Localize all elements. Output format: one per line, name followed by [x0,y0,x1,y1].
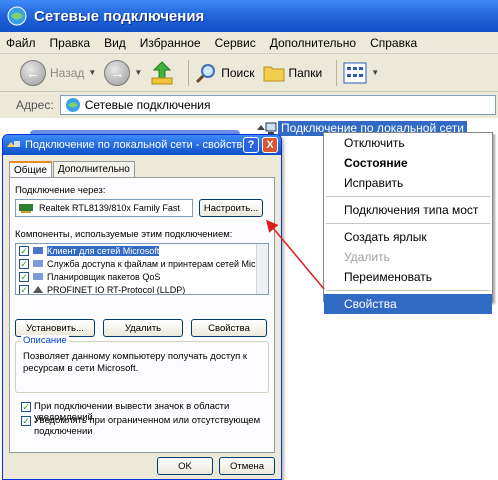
component-label: Клиент для сетей Microsoft [47,245,160,256]
back-arrow-icon: ← [20,59,46,86]
list-item[interactable]: ✓ Клиент для сетей Microsoft [16,244,268,257]
description-title: Описание [21,335,69,346]
menu-file[interactable]: Файл [6,36,36,50]
list-item[interactable]: ✓ PROFINET IO RT-Protocol (LLDP) [16,283,268,295]
menu-item-delete: Удалить [344,250,390,264]
back-label: Назад [50,65,85,80]
forward-button[interactable]: → ▼ [104,59,143,86]
back-button[interactable]: ← Назад ▼ [20,59,97,86]
menu-edit[interactable]: Правка [50,36,91,50]
toolbar-separator [336,59,338,86]
search-icon [196,63,216,83]
menu-item-create-shortcut[interactable]: Создать ярлык [324,227,492,247]
tab-advanced[interactable]: Дополнительно [52,161,135,177]
menu-item-status[interactable]: Состояние [324,153,492,173]
component-label: Планировщик пакетов QoS [47,271,161,282]
views-button[interactable]: ▼ [343,62,379,84]
views-icon [343,62,367,83]
folders-button[interactable]: Папки [263,63,323,83]
menu-tools[interactable]: Сервис [215,36,256,50]
menu-item-bridge[interactable]: Подключения типа мост [324,200,492,220]
notify-option[interactable]: ✓ Уведомлять при ограниченном или отсутс… [21,415,265,437]
description-text: Позволяет данному компьютеру получать до… [23,351,248,374]
notify-checkbox[interactable]: ✓ [21,416,31,426]
menu-item-rename[interactable]: Переименовать [324,267,492,287]
toolbar: ← Назад ▼ → ▼ Поиск Папки ▼ [0,54,498,92]
network-connections-icon [7,6,27,26]
tab-strip: Общие Дополнительно [9,161,136,178]
remove-button[interactable]: Удалить [103,319,183,337]
explorer-titlebar[interactable]: Сетевые подключения [0,0,498,32]
component-checkbox[interactable]: ✓ [19,284,29,294]
folder-icon [263,66,284,81]
menu-separator [326,223,490,224]
up-folder-icon [151,60,173,84]
components-label: Компоненты, используемые этим подключени… [15,229,233,240]
chevron-down-icon: ▼ [134,68,143,77]
menu-bar: Файл Правка Вид Избранное Сервис Дополни… [0,32,498,54]
network-client-icon [33,246,43,254]
search-button[interactable]: Поиск [195,62,255,84]
chevron-down-icon: ▼ [371,68,380,77]
address-label: Адрес: [16,98,54,112]
menu-item-repair[interactable]: Исправить [324,173,492,193]
connect-using-label: Подключение через: [15,185,106,196]
menu-separator [326,290,490,291]
folders-label: Папки [288,65,323,80]
menu-view[interactable]: Вид [104,36,126,50]
menu-item-properties[interactable]: Свойства [324,294,492,314]
list-item[interactable]: ✓ Служба доступа к файлам и принтерам се… [16,257,268,270]
forward-arrow-icon: → [104,59,131,86]
list-scrollbar[interactable] [256,244,268,294]
components-list: ✓ Клиент для сетей Microsoft ✓ Служба до… [15,243,269,295]
adapter-name: Realtek RTL8139/810x Family Fast [39,203,180,213]
dialog-title: Подключение по локальной сети - свойства [25,139,249,151]
menu-item-disconnect[interactable]: Отключить [324,133,492,153]
service-icon [33,259,43,267]
properties-dialog: Подключение по локальной сети - свойства… [2,134,282,480]
dialog-titlebar[interactable]: Подключение по локальной сети - свойства [3,135,281,155]
close-button[interactable]: X [262,137,278,153]
component-checkbox[interactable]: ✓ [19,271,29,282]
component-label: PROFINET IO RT-Protocol (LLDP) [47,284,186,295]
network-adapter-icon [19,204,33,213]
menu-advanced[interactable]: Дополнительно [270,36,356,50]
tab-general[interactable]: Общие [9,161,52,178]
notify-label: Уведомлять при ограниченном или отсутств… [34,415,261,437]
lan-connection-icon [7,141,20,147]
address-bar: Адрес: Сетевые подключения [0,92,498,118]
component-checkbox[interactable]: ✓ [19,258,29,269]
adapter-field: Realtek RTL8139/810x Family Fast [15,199,193,217]
component-label: Служба доступа к файлам и принтерам сете… [47,258,264,269]
chevron-down-icon: ▼ [88,68,97,77]
address-value: Сетевые подключения [84,98,211,112]
search-label: Поиск [221,65,255,80]
cancel-button[interactable]: Отмена [219,457,275,475]
ok-button[interactable]: OK [157,457,213,475]
menu-separator [326,196,490,197]
address-input[interactable]: Сетевые подключения [59,95,496,115]
service-icon [33,272,43,280]
menu-favorites[interactable]: Избранное [140,36,201,50]
network-connections-icon [65,98,80,112]
menu-help[interactable]: Справка [370,36,417,50]
help-button[interactable]: ? [243,137,259,153]
properties-button[interactable]: Свойства [191,319,267,337]
configure-button[interactable]: Настроить... [199,199,263,217]
component-checkbox[interactable]: ✓ [19,245,29,256]
list-item[interactable]: ✓ Планировщик пакетов QoS [16,270,268,283]
protocol-icon [33,285,43,293]
toolbar-separator [188,59,190,86]
up-folder-button[interactable] [150,60,174,86]
context-menu: Отключить Состояние Исправить Подключени… [323,132,493,314]
show-icon-checkbox[interactable]: ✓ [21,402,31,412]
explorer-title: Сетевые подключения [34,7,205,25]
